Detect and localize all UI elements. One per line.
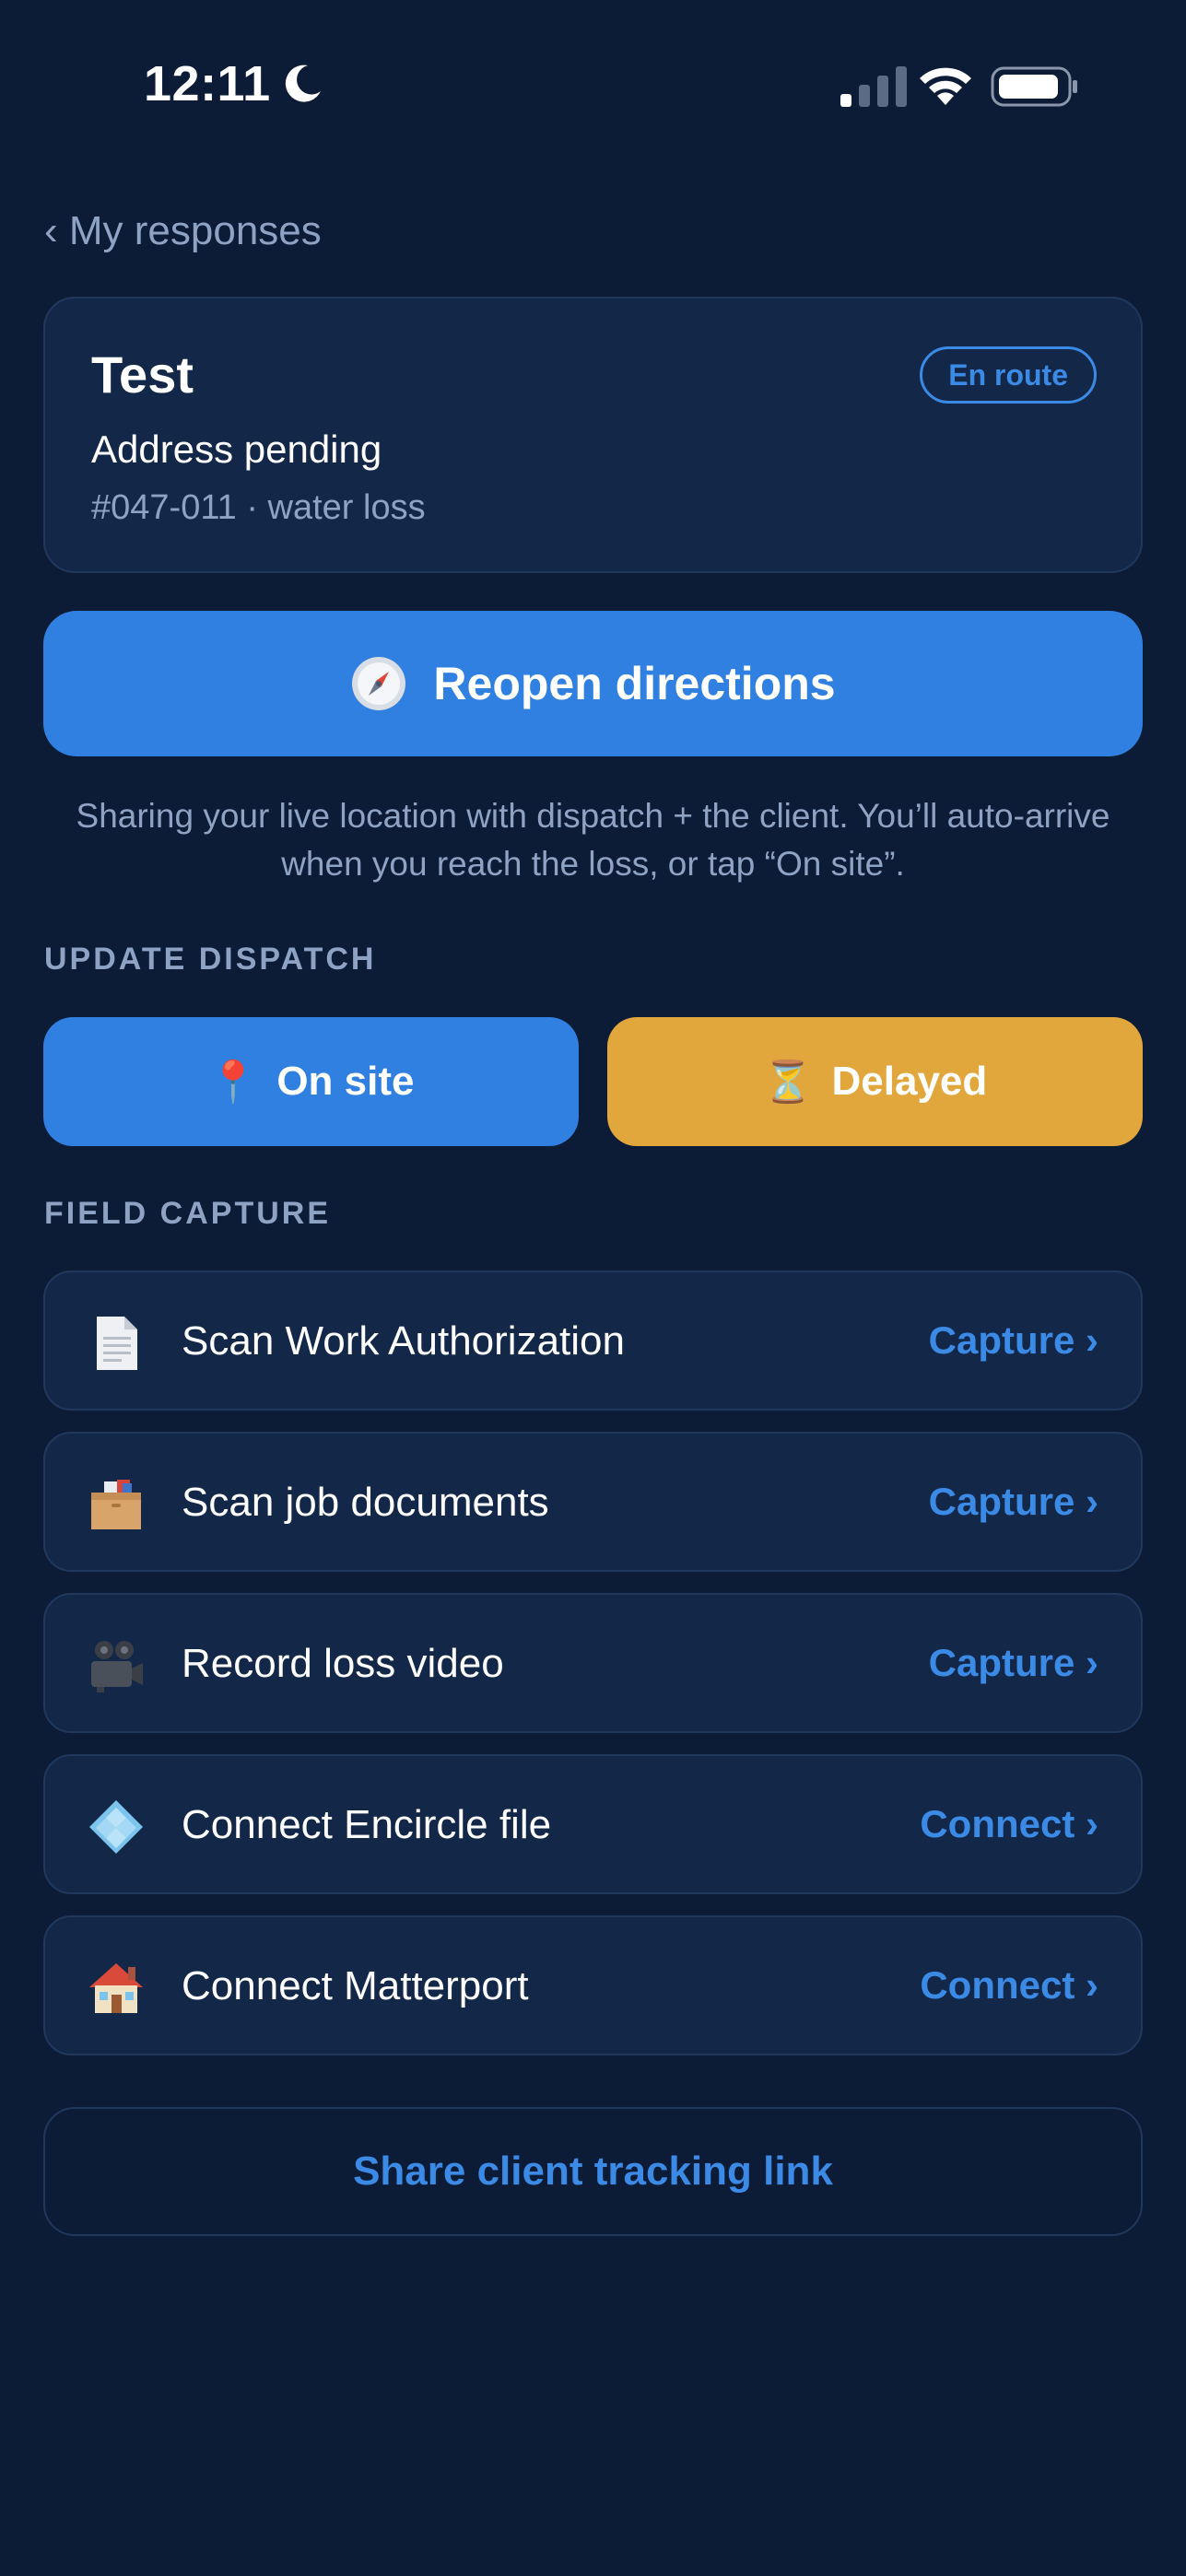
- back-link[interactable]: ‹ My responses: [44, 208, 322, 254]
- video-camera-icon: [91, 1641, 143, 1692]
- capture-row-label: Connect Matterport: [182, 1963, 529, 2008]
- diamond-tiles-icon: [89, 1800, 143, 1854]
- share-tracking-link-label: Share client tracking link: [353, 2149, 833, 2194]
- capture-row-label: Scan job documents: [182, 1480, 549, 1525]
- capture-row-matterport[interactable]: Connect Matterport Connect ›: [43, 1915, 1143, 2055]
- capture-row-work-authorization[interactable]: Scan Work Authorization Capture ›: [43, 1270, 1143, 1411]
- capture-row-label: Scan Work Authorization: [182, 1318, 625, 1364]
- battery-icon: [991, 66, 1077, 107]
- on-site-label: On site: [276, 1059, 415, 1104]
- capture-row-label: Record loss video: [182, 1641, 504, 1686]
- job-card: Test En route Address pending #047-011 ·…: [43, 297, 1143, 573]
- wifi-icon: [920, 67, 971, 105]
- document-icon: [97, 1317, 137, 1370]
- moon-icon: [285, 64, 321, 102]
- capture-row-label: Connect Encircle file: [182, 1802, 552, 1847]
- capture-action[interactable]: Connect ›: [920, 1802, 1098, 1846]
- back-link-label: ‹ My responses: [44, 208, 322, 253]
- file-box-icon: [91, 1480, 141, 1529]
- field-capture-header: FIELD CAPTURE: [44, 1196, 331, 1231]
- capture-row-encircle[interactable]: Connect Encircle file Connect ›: [43, 1754, 1143, 1894]
- capture-action[interactable]: Connect ›: [920, 1963, 1098, 2008]
- capture-action[interactable]: Capture ›: [929, 1318, 1098, 1363]
- capture-row-loss-video[interactable]: Record loss video Capture ›: [43, 1593, 1143, 1733]
- delayed-label: Delayed: [831, 1059, 988, 1104]
- job-address: Address pending: [91, 427, 382, 471]
- capture-row-job-documents[interactable]: Scan job documents Capture ›: [43, 1432, 1143, 1572]
- pin-icon: 📍: [207, 1060, 259, 1105]
- capture-action[interactable]: Capture ›: [929, 1641, 1098, 1685]
- status-badge: En route: [920, 346, 1097, 404]
- compass-icon: [352, 657, 406, 710]
- update-dispatch-header: UPDATE DISPATCH: [44, 942, 377, 977]
- capture-action[interactable]: Capture ›: [929, 1480, 1098, 1524]
- hourglass-icon: ⏳: [762, 1060, 814, 1105]
- job-title: Test: [91, 345, 194, 404]
- on-site-button[interactable]: 📍 On site: [43, 1017, 579, 1146]
- status-time: 12:11: [144, 55, 324, 112]
- reopen-directions-label: Reopen directions: [433, 658, 836, 709]
- signal-icon: [840, 66, 907, 107]
- share-tracking-link-button[interactable]: Share client tracking link: [43, 2107, 1143, 2236]
- sharing-note: Sharing your live location with dispatch…: [76, 797, 1110, 883]
- delayed-button[interactable]: ⏳ Delayed: [607, 1017, 1143, 1146]
- job-meta: #047-011 · water loss: [91, 488, 426, 527]
- screen: 12:11 ‹ My responses Test En route Addre…: [0, 0, 1186, 2576]
- status-bar: 12:11: [0, 0, 1186, 175]
- clock-text: 12:11: [144, 56, 271, 111]
- house-icon: [89, 1963, 143, 2013]
- reopen-directions-button[interactable]: Reopen directions: [43, 611, 1143, 756]
